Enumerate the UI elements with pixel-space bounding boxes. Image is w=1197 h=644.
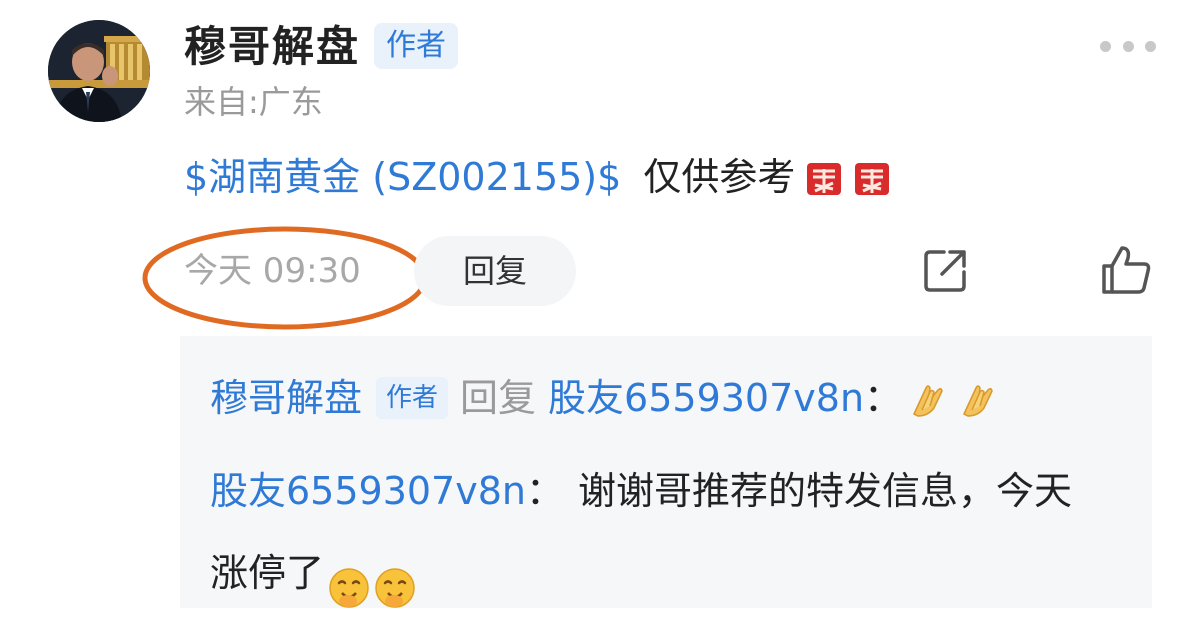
buy-emoji-icon	[853, 157, 891, 197]
avatar-image	[48, 20, 150, 122]
reply-author-badge: 作者	[376, 377, 449, 419]
location-label: 来自:广东	[184, 83, 323, 121]
reply-button[interactable]: 回复	[414, 236, 576, 306]
reply-target[interactable]: 股友6559307v8n	[548, 370, 864, 426]
timestamp: 今天 09:30	[184, 251, 361, 291]
reply-colon: ：	[526, 469, 565, 513]
reply-word: 回复	[460, 376, 537, 420]
comment-text: 仅供参考	[643, 155, 796, 199]
author-badge: 作者	[374, 23, 458, 69]
reply-item: 股友6559307v8n： 谢谢哥推荐的特发信息，今天涨停了	[210, 450, 1110, 614]
reply-item: 穆哥解盘 作者 回复 股友6559307v8n ：	[210, 370, 1002, 426]
replies-box: 穆哥解盘 作者 回复 股友6559307v8n ： 股友6559307v8n：谢…	[180, 336, 1152, 608]
stock-link[interactable]: $湖南黄金 (SZ002155)$	[184, 148, 621, 206]
author-avatar[interactable]	[48, 20, 150, 122]
reply-author[interactable]: 股友6559307v8n	[210, 469, 526, 513]
reply-author[interactable]: 穆哥解盘	[210, 370, 362, 426]
clap-hands-icon	[908, 376, 952, 420]
reply-colon: ：	[864, 376, 903, 420]
author-name[interactable]: 穆哥解盘	[184, 20, 360, 74]
more-options-icon[interactable]	[1100, 34, 1156, 58]
buy-emoji-icon	[805, 157, 843, 197]
share-icon[interactable]	[922, 246, 970, 294]
smiling-face-icon	[328, 555, 370, 608]
like-icon[interactable]	[1100, 244, 1152, 296]
clap-hands-icon	[958, 376, 1002, 420]
smiling-face-icon	[374, 555, 416, 608]
comment-card: 穆哥解盘 作者 来自:广东 $湖南黄金 (SZ002155)$ 仅供参考 今天 …	[0, 0, 1197, 644]
comment-content: $湖南黄金 (SZ002155)$ 仅供参考	[184, 148, 891, 206]
